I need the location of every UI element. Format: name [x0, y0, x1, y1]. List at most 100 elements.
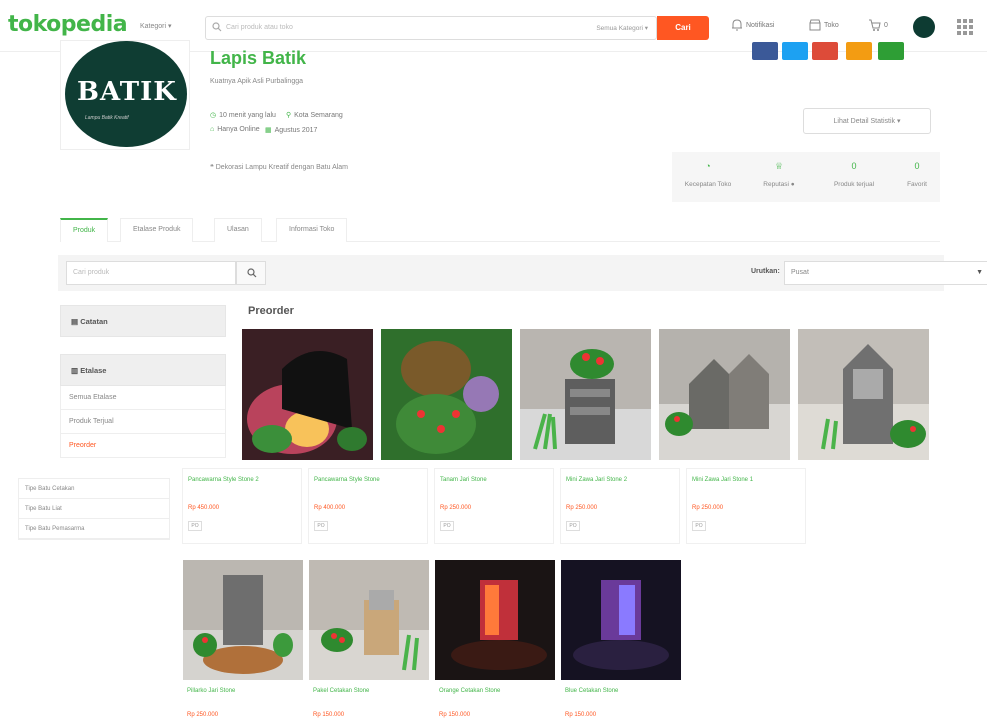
- catatan-box[interactable]: ▤ Catatan: [60, 305, 226, 337]
- info-icon[interactable]: ●: [791, 181, 795, 188]
- product-name[interactable]: Blue Cetakan Stone: [565, 688, 618, 694]
- shop-tagline: Kuatnya Apik Asli Purbalingga: [210, 78, 304, 85]
- tokopedia-logo[interactable]: tokopedia: [8, 12, 128, 37]
- product-image[interactable]: [309, 560, 429, 680]
- shop-city: ⚲ Kota Semarang: [286, 112, 343, 119]
- note-icon: ▤: [71, 317, 79, 326]
- product-card[interactable]: Pakel Cetakan Stone Rp 150.000: [308, 682, 428, 722]
- tab-etalase-produk[interactable]: Etalase Produk: [120, 218, 194, 242]
- section-title: Preorder: [248, 305, 294, 317]
- product-card[interactable]: Mini Zawa Jari Stone 2 Rp 250.000 PO: [560, 468, 680, 544]
- home-icon: ⌂: [210, 126, 215, 133]
- sort-select[interactable]: Pusat ▼: [784, 261, 987, 285]
- notifikasi-link[interactable]: Notifikasi: [746, 22, 774, 29]
- product-price: Rp 400.000: [314, 505, 346, 511]
- shop-tabs: Produk Etalase Produk Ulasan Informasi T…: [60, 214, 940, 242]
- shop-since: ▦ Agustus 2017: [265, 127, 318, 134]
- store-icon[interactable]: [808, 18, 822, 32]
- stat-kecepatan: ◔ Kecepatan Toko: [672, 152, 744, 202]
- product-image[interactable]: [381, 329, 512, 460]
- preorder-badge: PO: [188, 521, 202, 531]
- product-card[interactable]: Orange Cetakan Stone Rp 150.000: [434, 682, 554, 722]
- catatan-header[interactable]: ▤ Catatan: [60, 305, 226, 337]
- shop-logo: BATIK Lampu Batik Kreatif: [60, 40, 190, 150]
- product-name[interactable]: Mini Zawa Jari Stone 1: [692, 477, 753, 483]
- main-search-bar[interactable]: Cari produk atau toko Semua Kategori ▾: [205, 16, 657, 40]
- product-image[interactable]: [435, 560, 555, 680]
- product-price: Rp 250.000: [692, 505, 724, 511]
- product-name[interactable]: Pancawarna Style Stone: [314, 477, 380, 483]
- medal-icon: ♕: [774, 161, 784, 171]
- tab-ulasan[interactable]: Ulasan: [214, 218, 262, 242]
- user-avatar[interactable]: [913, 16, 935, 38]
- product-image[interactable]: [183, 560, 303, 680]
- sidebar-item-produk-terjual[interactable]: Produk Terjual: [60, 410, 226, 434]
- tab-informasi-toko[interactable]: Informasi Toko: [276, 218, 348, 242]
- kategori-dropdown[interactable]: Kategori ▾: [140, 22, 172, 30]
- stat-produk-terjual: 0 Produk terjual: [833, 161, 875, 188]
- speed-icon: ◔: [705, 161, 711, 171]
- search-button[interactable]: Cari: [657, 16, 709, 40]
- product-image[interactable]: [798, 329, 929, 460]
- sort-label: Urutkan:: [751, 268, 780, 275]
- product-search-input[interactable]: Cari produk: [66, 261, 236, 285]
- search-icon: [247, 268, 257, 278]
- product-price: Rp 150.000: [565, 712, 597, 718]
- product-card[interactable]: Tanam Jari Stone Rp 250.000 PO: [434, 468, 554, 544]
- preorder-badge: PO: [566, 521, 580, 531]
- cart-icon[interactable]: [868, 18, 882, 32]
- etalase-submenu: Tipe Batu Cetakan Tipe Batu Liat Tipe Ba…: [18, 478, 170, 540]
- submenu-item-batu-cetakan[interactable]: Tipe Batu Cetakan: [19, 479, 169, 499]
- tab-produk[interactable]: Produk: [60, 218, 109, 242]
- product-name[interactable]: Pakel Cetakan Stone: [313, 688, 369, 694]
- line-share-icon[interactable]: [878, 42, 904, 60]
- sidebar-item-preorder[interactable]: Preorder: [60, 434, 226, 458]
- shop-logo-tagline: Lampu Batik Kreatif: [85, 115, 129, 121]
- product-name[interactable]: Pillarko Jari Stone: [187, 688, 235, 694]
- last-online: ◷ 10 menit yang lalu: [210, 112, 276, 119]
- email-share-icon[interactable]: [846, 42, 872, 60]
- submenu-item-batu-liat[interactable]: Tipe Batu Liat: [19, 499, 169, 519]
- calendar-icon: ▦: [265, 127, 272, 134]
- twitter-share-icon[interactable]: [782, 42, 808, 60]
- preorder-badge: PO: [692, 521, 706, 531]
- shop-description: ❝ Dekorasi Lampu Kreatif dengan Batu Ala…: [210, 164, 349, 171]
- search-category-select[interactable]: Semua Kategori ▾: [596, 24, 648, 32]
- product-price: Rp 450.000: [188, 505, 220, 511]
- product-search-button[interactable]: [236, 261, 266, 285]
- google-share-icon[interactable]: [812, 42, 838, 60]
- detail-statistik-button[interactable]: Lihat Detail Statistik ▾: [803, 108, 931, 134]
- product-image[interactable]: [561, 560, 681, 680]
- location-pin-icon: ⚲: [286, 112, 292, 119]
- product-card[interactable]: Pancawarna Style Stone Rp 400.000 PO: [308, 468, 428, 544]
- product-image[interactable]: [659, 329, 790, 460]
- product-price: Rp 250.000: [566, 505, 598, 511]
- sidebar-item-semua-etalase[interactable]: Semua Etalase: [60, 386, 226, 410]
- product-price: Rp 150.000: [313, 712, 345, 718]
- product-name[interactable]: Tanam Jari Stone: [440, 477, 487, 483]
- product-card[interactable]: Pancawarna Style Stone 2 Rp 450.000 PO: [182, 468, 302, 544]
- product-card[interactable]: Pillarko Jari Stone Rp 250.000: [182, 682, 302, 722]
- stat-reputasi[interactable]: ♕ Reputasi ●: [744, 152, 814, 202]
- product-name[interactable]: Pancawarna Style Stone 2: [188, 477, 259, 483]
- product-name[interactable]: Mini Zawa Jari Stone 2: [566, 477, 627, 483]
- clock-icon: ◷: [210, 112, 217, 119]
- shop-logo-text: BATIK: [77, 77, 177, 107]
- toko-link[interactable]: Toko: [824, 22, 839, 29]
- product-filter-bar: Cari produk Urutkan: Pusat ▼: [58, 255, 987, 291]
- apps-grid-icon[interactable]: [957, 19, 973, 35]
- submenu-item-batu-pemasarma[interactable]: Tipe Batu Pemasarma: [19, 519, 169, 539]
- product-image[interactable]: [520, 329, 651, 460]
- search-input[interactable]: Cari produk atau toko: [226, 24, 293, 31]
- preorder-badge: PO: [314, 521, 328, 531]
- product-name[interactable]: Orange Cetakan Stone: [439, 688, 500, 694]
- bell-icon[interactable]: [730, 18, 744, 32]
- product-card[interactable]: Blue Cetakan Stone Rp 150.000: [560, 682, 680, 722]
- product-image[interactable]: [242, 329, 373, 460]
- product-price: Rp 150.000: [439, 712, 471, 718]
- shop-stats-panel: ◔ Kecepatan Toko ♕ Reputasi ● 0 Produk t…: [672, 152, 940, 202]
- product-card[interactable]: Mini Zawa Jari Stone 1 Rp 250.000 PO: [686, 468, 806, 544]
- online-only: ⌂ Hanya Online: [210, 126, 260, 133]
- etalase-icon: ▥: [71, 366, 79, 375]
- facebook-share-icon[interactable]: [752, 42, 778, 60]
